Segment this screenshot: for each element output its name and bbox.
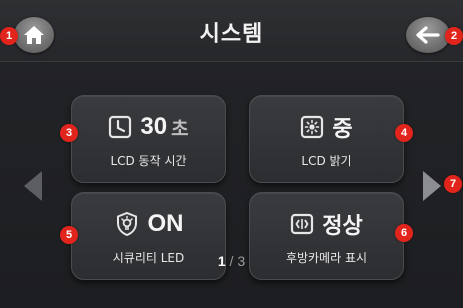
page-separator: / xyxy=(229,253,234,269)
annotation-marker-5: 5 xyxy=(60,226,78,244)
lcd-brightness-tile[interactable]: 중 LCD 밝기 xyxy=(249,95,404,183)
total-pages: 3 xyxy=(237,253,246,269)
security-led-value: ON xyxy=(147,210,184,237)
lcd-time-label: LCD 동작 시간 xyxy=(110,154,187,168)
home-button[interactable] xyxy=(14,17,54,53)
tile-value-row: 정상 xyxy=(250,207,403,241)
back-button[interactable] xyxy=(406,17,450,53)
header-bar: 시스템 xyxy=(0,0,463,62)
clock-icon xyxy=(109,115,132,139)
annotation-marker-3: 3 xyxy=(60,124,78,142)
shield-led-icon xyxy=(116,211,137,237)
tile-value-row: 30 초 xyxy=(72,110,225,144)
system-settings-screen: 시스템 30 초 LCD 동작 시간 중 LCD 밝기 ON 시큐리티 LED … xyxy=(0,0,463,308)
lcd-brightness-label: LCD 밝기 xyxy=(301,154,352,168)
previous-page-arrow-icon[interactable] xyxy=(24,171,42,201)
page-title: 시스템 xyxy=(199,22,264,47)
annotation-marker-2: 2 xyxy=(445,27,463,45)
lcd-time-unit: 초 xyxy=(171,117,189,140)
home-icon xyxy=(24,26,44,44)
brightness-icon xyxy=(301,115,324,139)
annotation-marker-6: 6 xyxy=(395,224,413,242)
lcd-time-value: 30 xyxy=(140,113,168,140)
arrow-left-icon xyxy=(416,26,440,44)
rear-camera-value: 정상 xyxy=(322,214,363,239)
annotation-marker-4: 4 xyxy=(395,124,413,142)
lcd-brightness-value: 중 xyxy=(332,117,353,142)
tile-value-row: ON xyxy=(72,207,225,241)
tile-value-row: 중 xyxy=(250,110,403,144)
lcd-operating-time-tile[interactable]: 30 초 LCD 동작 시간 xyxy=(71,95,226,183)
current-page: 1 xyxy=(217,253,226,269)
page-indicator: 1 / 3 xyxy=(0,253,463,269)
annotation-marker-7: 7 xyxy=(444,175,462,193)
next-page-arrow-icon[interactable] xyxy=(423,171,441,201)
camera-display-icon xyxy=(291,213,314,235)
annotation-marker-1: 1 xyxy=(0,27,18,45)
